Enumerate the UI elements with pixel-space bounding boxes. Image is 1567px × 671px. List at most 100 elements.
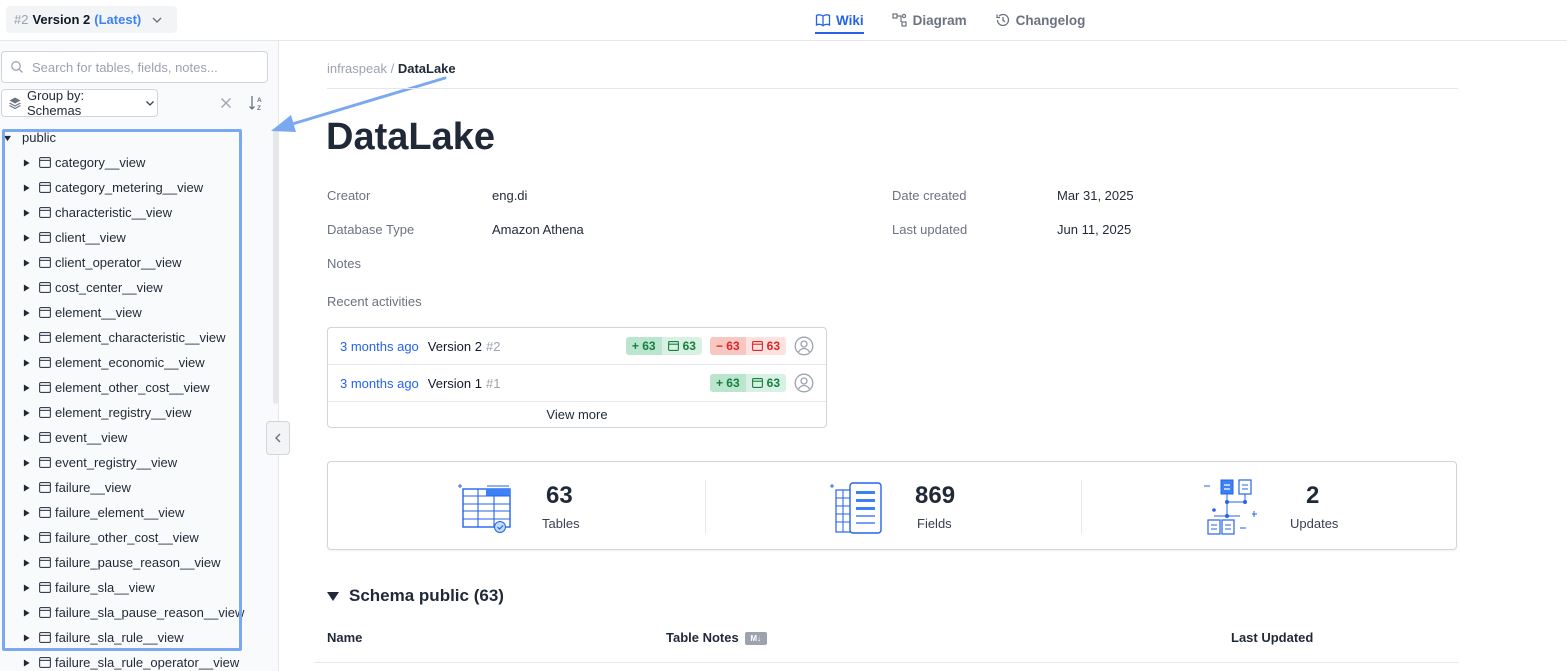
table-illustration-icon (458, 484, 511, 533)
layers-icon (9, 97, 21, 110)
schema-node-public[interactable]: public (0, 125, 272, 150)
tab-diagram[interactable]: Diagram (892, 0, 967, 40)
table-node-label: cost_center__view (55, 280, 163, 295)
table-node-label: category__view (55, 155, 146, 170)
triangle-right-icon (23, 659, 30, 666)
table-node[interactable]: element__view (0, 300, 272, 325)
stat-updates-value: 2 (1306, 482, 1320, 509)
table-node-label: failure__view (55, 480, 131, 495)
added-chip: + 63 63 (625, 337, 702, 355)
table-icon (39, 357, 51, 368)
table-node[interactable]: failure_other_cost__view (0, 525, 272, 550)
view-more-button[interactable]: View more (328, 402, 826, 427)
table-icon (39, 182, 51, 193)
activity-hash: #2 (485, 338, 501, 354)
tab-changelog-label: Changelog (1015, 12, 1086, 28)
activity-time-link[interactable]: 3 months ago (340, 339, 419, 354)
table-node[interactable]: element_economic__view (0, 350, 272, 375)
stat-tables-value: 63 (546, 482, 573, 509)
table-node[interactable]: failure_sla_pause_reason__view (0, 600, 272, 625)
sort-icon[interactable]: AZ (248, 94, 266, 112)
table-icon (39, 507, 51, 518)
avatar-icon[interactable] (794, 373, 814, 393)
stat-tables-label: Tables (542, 516, 580, 531)
activity-changes: + 63 63 (709, 374, 786, 392)
creator-value: eng.di (492, 188, 528, 203)
table-node-label: characteristic__view (55, 205, 173, 220)
activity-time-link[interactable]: 3 months ago (340, 376, 419, 391)
table-node[interactable]: characteristic__view (0, 200, 272, 225)
table-node[interactable]: failure_element__view (0, 500, 272, 525)
table-icon (39, 582, 51, 593)
added-chip: + 63 63 (709, 374, 786, 392)
table-node[interactable]: cost_center__view (0, 275, 272, 300)
table-node[interactable]: failure_sla__view (0, 575, 272, 600)
svg-text:A: A (257, 97, 262, 104)
table-node-label: event_registry__view (55, 455, 178, 470)
stats-card: 63 Tables 869 Fields 2 Updates (327, 461, 1457, 550)
tab-diagram-label: Diagram (912, 12, 967, 28)
sidebar: Group by: Schemas AZ public category__vi… (0, 41, 279, 671)
triangle-down-icon (327, 591, 339, 601)
table-icon (39, 257, 51, 268)
table-node-label: failure_other_cost__view (55, 530, 199, 545)
last-updated-value: Jun 11, 2025 (1057, 222, 1132, 237)
table-node[interactable]: event__view (0, 425, 272, 450)
stat-updates: 2 Updates (1082, 462, 1457, 551)
table-node[interactable]: failure_pause_reason__view (0, 550, 272, 575)
triangle-right-icon (23, 159, 30, 166)
table-node[interactable]: client__view (0, 225, 272, 250)
column-name-header: Name (327, 630, 363, 645)
schema-node-label: public (22, 130, 56, 145)
activity-row: 3 months ago Version 1 #1 + 63 63 (328, 365, 826, 402)
table-node-label: element_characteristic__view (55, 330, 226, 345)
sidebar-scrollbar[interactable] (273, 129, 278, 404)
table-node[interactable]: element_registry__view (0, 400, 272, 425)
table-node[interactable]: failure_sla_rule_operator__view (0, 650, 272, 671)
table-node[interactable]: client_operator__view (0, 250, 272, 275)
last-updated-label: Last updated (892, 222, 968, 237)
table-icon (39, 532, 51, 543)
chevron-down-icon (152, 17, 162, 23)
table-node-label: client_operator__view (55, 255, 182, 270)
table-node[interactable]: failure__view (0, 475, 272, 500)
search-box[interactable] (1, 51, 268, 83)
page-title: DataLake (326, 116, 495, 158)
table-node[interactable]: element_other_cost__view (0, 375, 272, 400)
triangle-right-icon (23, 309, 30, 316)
table-icon (39, 382, 51, 393)
group-by-select[interactable]: Group by: Schemas (1, 88, 158, 118)
clear-icon[interactable] (218, 95, 234, 111)
breadcrumb-parent[interactable]: infraspeak (327, 61, 387, 76)
schema-tree: public category__view category_metering__… (0, 125, 272, 671)
tab-changelog[interactable]: Changelog (995, 0, 1086, 40)
avatar-icon[interactable] (794, 336, 814, 356)
schema-section-header[interactable]: Schema public (63) (327, 586, 504, 606)
triangle-right-icon (23, 459, 30, 466)
date-created-label: Date created (892, 188, 967, 203)
triangle-right-icon (23, 559, 30, 566)
stat-fields-label: Fields (917, 516, 952, 531)
table-node[interactable]: category_metering__view (0, 175, 272, 200)
table-node[interactable]: failure_sla_rule__view (0, 625, 272, 650)
version-latest-tag: (Latest) (94, 12, 142, 27)
triangle-down-icon (4, 135, 11, 141)
triangle-right-icon (23, 359, 30, 366)
table-icon (751, 378, 763, 388)
search-input[interactable] (32, 59, 252, 75)
diagram-icon (892, 13, 907, 27)
version-name: Version 2 (32, 12, 91, 27)
added-count: + 63 (709, 374, 746, 392)
table-node[interactable]: category__view (0, 150, 272, 175)
table-icon (39, 282, 51, 293)
tab-wiki[interactable]: Wiki (815, 0, 864, 40)
table-icon (39, 607, 51, 618)
date-created-value: Mar 31, 2025 (1057, 188, 1134, 203)
table-node[interactable]: element_characteristic__view (0, 325, 272, 350)
table-icon (667, 341, 679, 351)
version-selector[interactable]: #2 Version 2 (Latest) (6, 6, 178, 33)
breadcrumb: infraspeak / DataLake (327, 61, 456, 76)
svg-text:Z: Z (257, 105, 261, 112)
table-node[interactable]: event_registry__view (0, 450, 272, 475)
table-icon (39, 407, 51, 418)
